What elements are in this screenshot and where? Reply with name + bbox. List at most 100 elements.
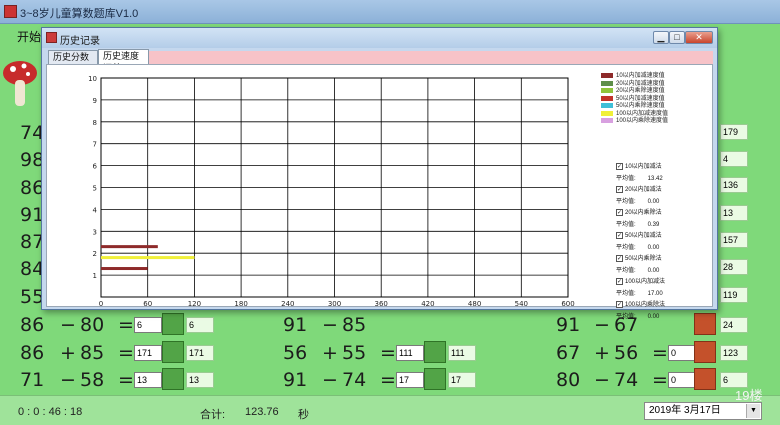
answer-input[interactable]: 17 [396,372,424,388]
dialog-titlebar[interactable]: 历史记录 ▁ □ ✕ [42,28,717,48]
avg-value: 0.39 [647,222,660,228]
stat-checkbox[interactable]: ✓ 20以内乘除法 [616,208,711,219]
legend-item: 50以内加减速度值 [601,95,709,104]
operand-a: 91 [283,369,308,391]
avg-value: 0.00 [647,314,660,320]
avg-value: 0.00 [647,245,660,251]
avg-value: 13.42 [647,176,663,182]
answer-input[interactable]: 171 [134,345,162,361]
minimize-button[interactable]: ▁ [653,31,669,44]
checkbox-checked-icon[interactable]: ✓ [616,185,623,193]
wrong-icon [694,341,716,363]
avg-label: 平均值: [616,199,636,205]
correct-icon [424,368,446,390]
checkbox-checked-icon[interactable]: ✓ [616,162,623,170]
app-icon [4,5,17,18]
statusbar: 0 : 0 : 46 : 18 合计: 123.76 秒 2019年 3月17日… [0,395,780,425]
equals-sign: = [652,342,668,364]
legend-swatch [601,118,613,123]
avg-value: 17.00 [647,291,663,297]
stat-checkbox[interactable]: ✓ 100以内乘除法 [616,300,711,311]
stat-average: 平均值: 0.00 [616,242,711,254]
chart-bar [101,267,148,271]
answer-result-field: 119 [720,287,748,303]
answer-input[interactable]: 0 [668,345,696,361]
operator: + [322,342,338,364]
checkbox-checked-icon[interactable]: ✓ [616,208,623,216]
equals-sign: = [380,369,396,391]
operand-b: 85 [80,342,105,364]
checkbox-checked-icon[interactable]: ✓ [616,231,623,239]
answer-input[interactable]: 13 [134,372,162,388]
date-picker[interactable]: 2019年 3月17日 ▼ [644,402,762,420]
tab-score-history[interactable]: 历史分数汇总 [48,50,98,74]
x-tick-label: 600 [561,300,574,308]
history-dialog: 历史记录 ▁ □ ✕ 历史分数汇总 历史速度汇总 0 60 120 180 240 300… [41,27,718,320]
close-button[interactable]: ✕ [685,31,713,44]
total-value: 123.76 [245,406,279,418]
checkbox-checked-icon[interactable]: ✓ [616,254,623,262]
legend-item: 20以内乘除速度值 [601,88,709,96]
tab-speed-history[interactable]: 历史速度汇总 [98,49,149,73]
x-tick-label: 180 [234,300,247,308]
operator: − [322,314,338,336]
maximize-button[interactable]: □ [669,31,685,44]
stat-checkbox[interactable]: ✓ 20以内加减法 [616,185,711,196]
chart-bar [101,245,158,249]
stat-average: 平均值: 0.00 [616,311,711,323]
operator: − [60,369,76,391]
stat-average: 平均值: 13.42 [616,173,711,185]
correct-icon [162,341,184,363]
checkbox-checked-icon[interactable]: ✓ [616,277,623,285]
checkbox-checked-icon[interactable]: ✓ [616,300,623,308]
operand-a: 91 [556,314,581,336]
legend-swatch [601,80,613,86]
answer-result-field: 171 [186,345,214,361]
operand-b: 58 [80,369,105,391]
menu-item-start[interactable]: 开始 [17,28,41,45]
watermark-text: 19楼 [735,388,763,403]
mushroom-icon [3,61,37,106]
operand-a: 91 [283,314,308,336]
avg-label: 平均值: [616,314,636,320]
answer-result-field: 111 [448,345,476,361]
operator: + [594,342,610,364]
speed-history-panel: 0 60 120 180 240 300 360 420 480 540 600 1 2 3 4 5 6 7 8 9 1… [46,64,713,320]
y-tick-label: 8 [93,119,97,127]
tab-strip-fill [149,51,713,64]
answer-result-field: 136 [720,177,748,193]
stat-average: 平均值: 0.39 [616,219,711,231]
main-window-title: 3~8岁儿童算数题库V1.0 [20,8,139,20]
answer-input[interactable]: 111 [396,345,424,361]
correct-icon [162,313,184,335]
stat-checkbox[interactable]: ✓ 10以内加减法 [616,162,711,173]
answer-result-field: 13 [720,205,748,221]
chevron-down-icon[interactable]: ▼ [746,404,760,418]
stat-checkbox[interactable]: ✓ 50以内加减法 [616,231,711,242]
legend-label: 50以内乘除速度值 [616,103,665,110]
y-tick-label: 7 [93,141,97,149]
x-tick-label: 540 [515,300,528,308]
operand-b: 74 [614,369,639,391]
stat-checkbox[interactable]: ✓ 100以内加减法 [616,277,711,288]
stat-check-label: 20以内加减法 [625,187,662,193]
legend-swatch [601,110,613,116]
answer-result-field: 157 [720,232,748,248]
avg-label: 平均值: [616,245,636,251]
stat-check-label: 20以内乘除法 [625,210,662,216]
operand-a: 86 [20,314,45,336]
answer-result-field: 17 [448,372,476,388]
operator: − [594,314,610,336]
legend-item: 10以内加减速度值 [601,73,709,81]
legend-item: 50以内乘除速度值 [601,103,709,111]
stat-checkbox[interactable]: ✓ 50以内乘除法 [616,254,711,265]
tab-strip: 历史分数汇总 历史速度汇总 [46,49,713,74]
answer-result-field: 4 [720,151,748,167]
answer-input[interactable]: 0 [668,372,696,388]
legend-swatch [601,88,613,93]
legend-label: 100以内加减速度值 [616,110,669,117]
avg-label: 平均值: [616,176,636,182]
operand-a: 80 [556,369,581,391]
avg-value: 0.00 [647,268,660,274]
answer-input[interactable]: 6 [134,317,162,333]
